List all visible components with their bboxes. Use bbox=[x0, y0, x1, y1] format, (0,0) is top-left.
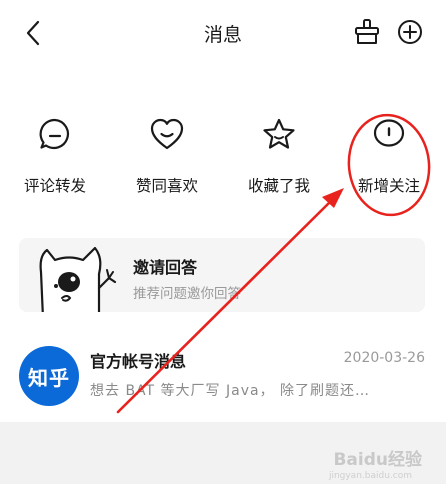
watermark-url: jingyan.baidu.com bbox=[328, 471, 412, 481]
add-button[interactable] bbox=[395, 17, 425, 47]
message-item-official[interactable]: 知乎 官方帐号消息 2020-03-26 想去 BAT 等大厂写 Java， 除… bbox=[0, 336, 446, 420]
message-date: 2020-03-26 bbox=[343, 350, 425, 366]
mascot-icon bbox=[39, 246, 117, 312]
zhihu-logo: 知乎 bbox=[19, 346, 79, 406]
category-new-followers[interactable]: 新增关注 bbox=[334, 108, 444, 204]
category-label: 赞同喜欢 bbox=[135, 177, 198, 195]
comment-icon bbox=[39, 118, 70, 150]
invite-subtitle: 推荐问题邀你回答 bbox=[133, 286, 241, 302]
category-comments[interactable]: 评论转发 bbox=[0, 108, 110, 204]
category-label: 评论转发 bbox=[23, 177, 86, 195]
heart-icon bbox=[150, 118, 184, 150]
watermark: Baidu经验 bbox=[333, 450, 422, 470]
plus-circle-icon bbox=[398, 20, 422, 44]
broom-icon bbox=[355, 19, 379, 44]
category-likes[interactable]: 赞同喜欢 bbox=[112, 108, 222, 204]
message-title: 官方帐号消息 bbox=[90, 352, 187, 371]
zhihu-logo-text: 知乎 bbox=[28, 365, 70, 390]
clear-unread-button[interactable] bbox=[352, 17, 382, 47]
invite-answer-card[interactable]: 邀请回答 推荐问题邀你回答 bbox=[19, 238, 425, 312]
category-label: 新增关注 bbox=[357, 177, 420, 195]
bottom-area: Baidu经验 jingyan.baidu.com bbox=[0, 422, 446, 484]
top-bar: 消息 bbox=[0, 0, 446, 66]
category-favorites[interactable]: 收藏了我 bbox=[224, 108, 334, 204]
follow-icon bbox=[373, 119, 405, 147]
star-icon bbox=[263, 118, 295, 149]
message-preview: 想去 BAT 等大厂写 Java， 除了刷题还… bbox=[90, 383, 371, 399]
category-label: 收藏了我 bbox=[247, 177, 310, 195]
message-categories: 评论转发 赞同喜欢 收藏了我 新增关注 bbox=[0, 108, 446, 208]
invite-title: 邀请回答 bbox=[133, 258, 198, 277]
